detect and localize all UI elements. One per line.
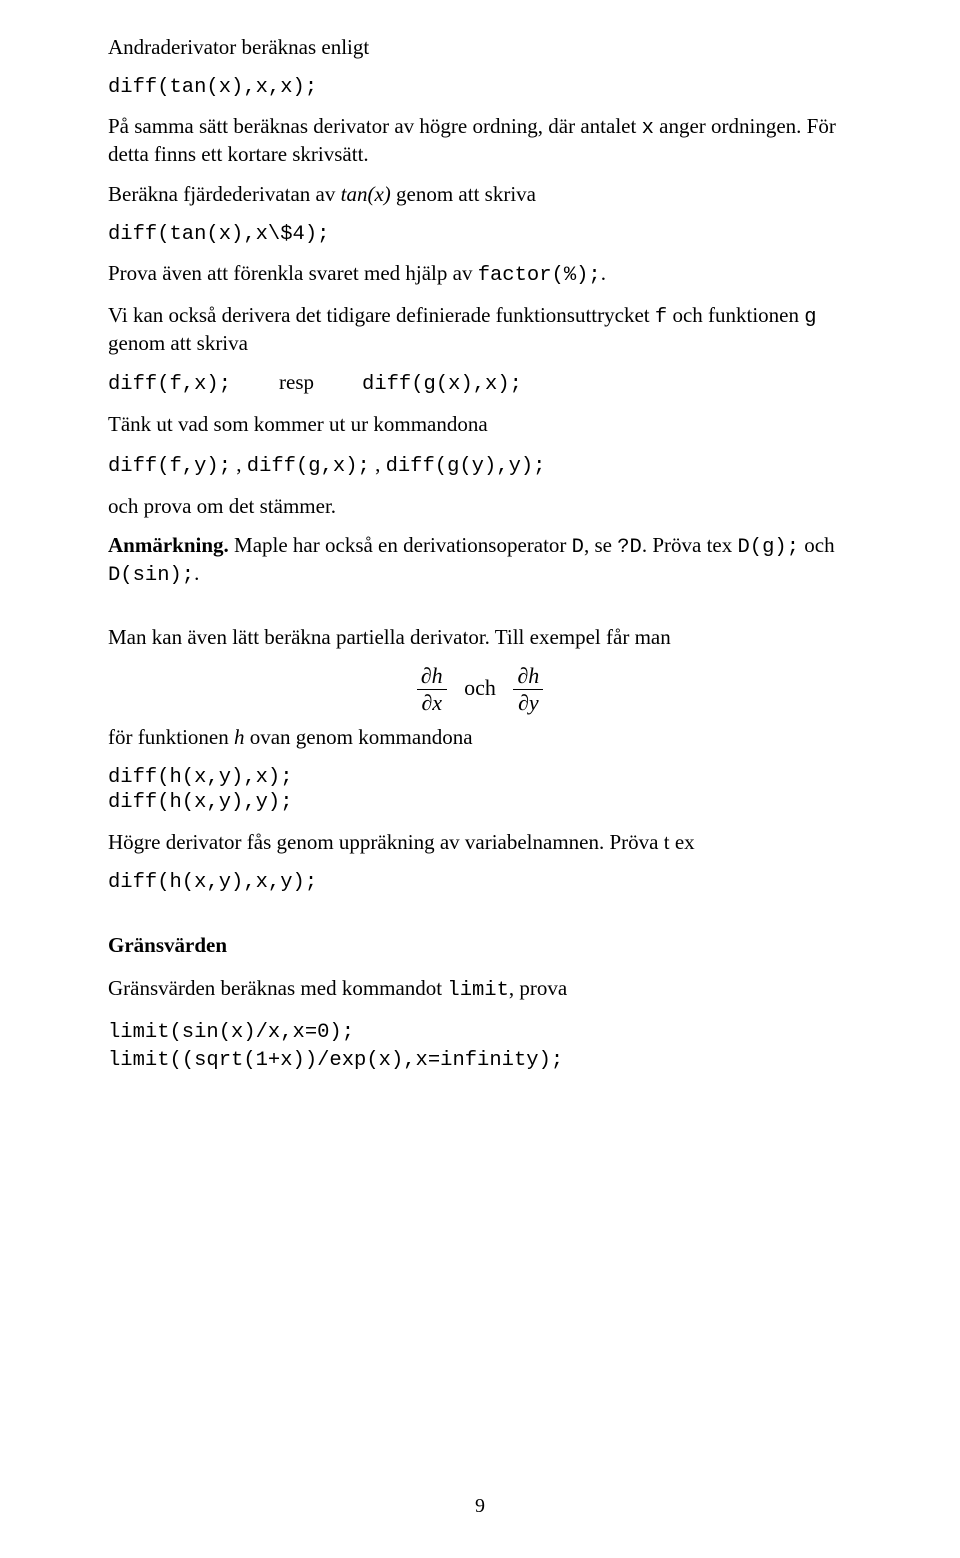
- code-diff-gyy: diff(g(y),y);: [386, 455, 546, 478]
- inline-code-Dg: D(g);: [737, 536, 799, 559]
- text: och: [799, 533, 835, 557]
- inline-code-x: x: [642, 117, 654, 140]
- math-partial-derivatives: ∂h ∂x och ∂h ∂y: [108, 664, 852, 714]
- code-diff-fy: diff(f,y);: [108, 455, 231, 478]
- line-diff-fy-gx-gy: diff(f,y); , diff(g,x); , diff(g(y),y);: [108, 452, 852, 480]
- sep: ,: [231, 452, 247, 476]
- para-fjardederivata: Beräkna fjärdederivatan av tan(x) genom …: [108, 182, 852, 208]
- code-diff-hxy-y: diff(h(x,y),y);: [108, 790, 852, 816]
- text: .: [194, 561, 199, 585]
- line-limits: limit(sin(x)/x,x=0); limit((sqrt(1+x))/ex…: [108, 1018, 852, 1073]
- math-tan-x: tan(x): [341, 182, 391, 206]
- inline-code-Dsin: D(sin);: [108, 564, 194, 587]
- code-diff-hxy-xy: diff(h(x,y),x,y);: [108, 870, 852, 896]
- page: Andraderivator beräknas enligt diff(tan(…: [0, 0, 960, 1558]
- inline-code-f: f: [655, 306, 667, 329]
- denominator: ∂y: [513, 690, 543, 715]
- para-partiella: Man kan även lätt beräkna partiella deri…: [108, 625, 852, 651]
- text: och funktionen: [667, 303, 804, 327]
- line-diff-resp: diff(f,x); resp diff(g(x),x);: [108, 370, 852, 398]
- para-prova-stammer: och prova om det stämmer.: [108, 494, 852, 520]
- para-forenkla: Prova även att förenkla svaret med hjälp…: [108, 261, 852, 289]
- para-andraderivator: Andraderivator beräknas enligt: [108, 35, 852, 61]
- numerator: ∂h: [513, 664, 543, 689]
- code-limit-sqrt-exp: limit((sqrt(1+x))/exp(x),x=infinity);: [108, 1049, 563, 1072]
- code-diff-gxx: diff(g(x),x);: [362, 373, 522, 396]
- text: , prova: [509, 976, 567, 1000]
- text: , se: [584, 533, 617, 557]
- page-number: 9: [0, 1495, 960, 1518]
- text: Gränsvärden beräknas med kommandot: [108, 976, 447, 1000]
- text: Vi kan också derivera det tidigare defin…: [108, 303, 655, 327]
- inline-code-D: D: [572, 536, 584, 559]
- text: Beräkna fjärdederivatan av: [108, 182, 341, 206]
- text-resp: resp: [279, 370, 314, 394]
- inline-code-factor: factor(%);: [478, 264, 601, 287]
- label-anmarkning: Anmärkning.: [108, 533, 229, 557]
- code-diff-gx: diff(g,x);: [247, 455, 370, 478]
- para-hogre-upprakn: Högre derivator fås genom uppräkning av …: [108, 830, 852, 856]
- text: genom att skriva: [391, 182, 536, 206]
- inline-code-limit: limit: [447, 979, 509, 1002]
- denominator: ∂x: [417, 690, 447, 715]
- para-funktionen-h: för funktionen h ovan genom kommandona: [108, 725, 852, 751]
- inline-code-g: g: [804, 306, 816, 329]
- text-och: och: [464, 675, 496, 700]
- text: Maple har också en derivationsoperator: [229, 533, 572, 557]
- para-hogre-ordning: På samma sätt beräknas derivator av högr…: [108, 114, 852, 167]
- sep: ,: [370, 452, 386, 476]
- para-gransvarden-intro: Gränsvärden beräknas med kommandot limit…: [108, 976, 852, 1004]
- math-h: h: [234, 725, 245, 749]
- text: . Pröva tex: [642, 533, 738, 557]
- frac-dh-dx: ∂h ∂x: [417, 664, 447, 714]
- code-diff-fx: diff(f,x);: [108, 373, 231, 396]
- text: På samma sätt beräknas derivator av högr…: [108, 114, 642, 138]
- code-diff-tan-x4: diff(tan(x),x\$4);: [108, 222, 852, 248]
- text: .: [601, 261, 606, 285]
- text: för funktionen: [108, 725, 234, 749]
- para-anmarkning: Anmärkning. Maple har också en derivatio…: [108, 533, 852, 588]
- heading-gransvarden: Gränsvärden: [108, 933, 852, 958]
- inline-code-qD: ?D: [617, 536, 642, 559]
- code-limit-sinx: limit(sin(x)/x,x=0);: [108, 1021, 354, 1044]
- code-diff-hxy-x: diff(h(x,y),x);: [108, 765, 852, 791]
- frac-dh-dy: ∂h ∂y: [513, 664, 543, 714]
- para-tank-ut: Tänk ut vad som kommer ut ur kommandona: [108, 412, 852, 438]
- code-diff-tan-xx: diff(tan(x),x,x);: [108, 75, 852, 101]
- numerator: ∂h: [417, 664, 447, 689]
- para-derivera-fg: Vi kan också derivera det tidigare defin…: [108, 303, 852, 356]
- text: Prova även att förenkla svaret med hjälp…: [108, 261, 478, 285]
- text: genom att skriva: [108, 331, 248, 355]
- text: ovan genom kommandona: [244, 725, 472, 749]
